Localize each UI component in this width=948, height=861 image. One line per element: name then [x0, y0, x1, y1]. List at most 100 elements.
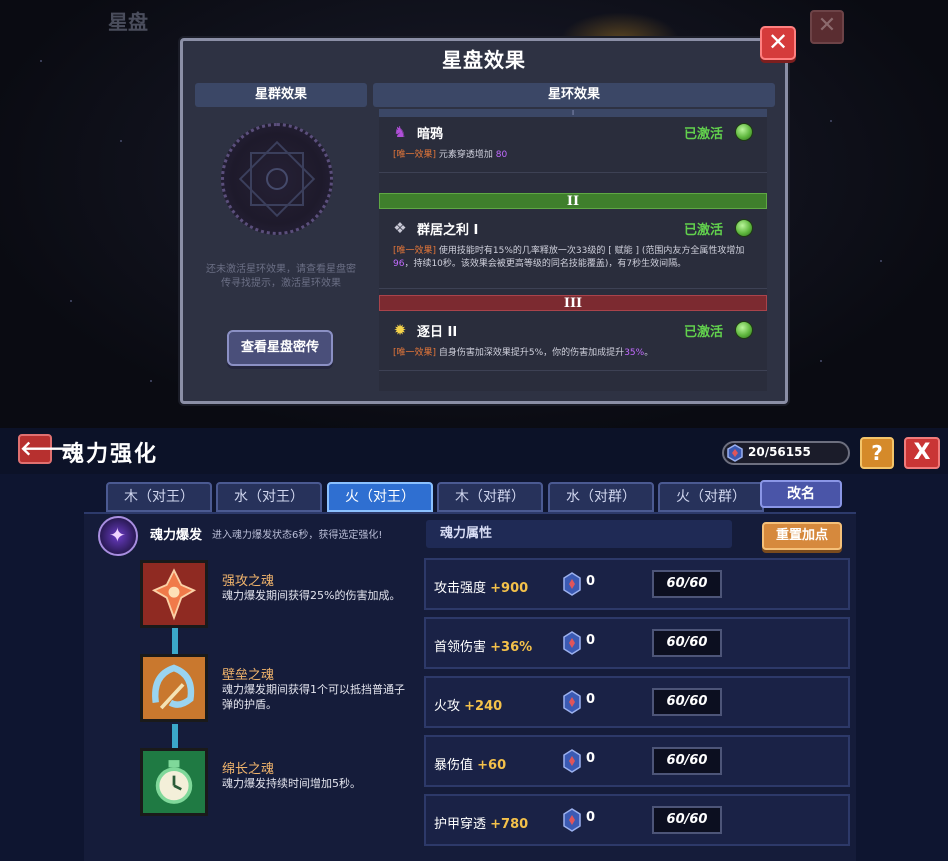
effect-row: ❖ 群居之利 I 已激活 [唯一效果] 使用技能时有15%的几率释放一次33级的… [379, 213, 767, 289]
effect-desc-value: 80 [495, 150, 508, 160]
effect-desc-text: 。 [644, 348, 654, 358]
constellation-hint: 还未激活星环效果，请查看星盘密 传寻找提示，激活星环效果 [195, 263, 367, 291]
attribute-level[interactable]: 60/60 [652, 688, 722, 716]
attribute-name: 火攻 [434, 699, 461, 714]
background-close-button[interactable]: ✕ [810, 10, 844, 44]
header-bar: 🡐 魂力强化 20/56155 ? X [0, 428, 948, 474]
effect-tag: [唯一效果] [393, 348, 437, 358]
effect-status: 已激活 [683, 127, 723, 142]
ring-effects-header: 星环效果 [373, 83, 775, 107]
soul-gem-icon [563, 572, 581, 596]
constellation-header: 星群效果 [195, 83, 367, 107]
soul-power-screen: 🡐 魂力强化 20/56155 ? X 木（对王） 水（对王） 火（对王） 木（… [0, 428, 948, 861]
effect-row: ✹ 逐日 II 已激活 [唯一效果] 自身伤害加深效果提升5%，你的伤害加成提升… [379, 315, 767, 371]
attribute-points: 0 [586, 574, 596, 589]
skill-connector [172, 724, 178, 748]
sun-icon: ✹ [393, 321, 407, 339]
page-title: 魂力强化 [62, 442, 159, 467]
back-button[interactable]: 🡐 [18, 434, 74, 464]
reset-points-button[interactable]: 重置加点 [762, 522, 842, 550]
help-button[interactable]: ? [860, 437, 894, 469]
effect-desc-value: 35% [624, 348, 645, 358]
effect-tag: [唯一效果] [393, 246, 437, 256]
star [830, 120, 832, 122]
attribute-row: 首领伤害 +36% 0 60/60 [424, 617, 850, 669]
soul-desc: 魂力爆发期间获得25%的伤害加成。 [222, 589, 401, 602]
attribute-points: 0 [586, 633, 596, 648]
attribute-label: 攻击强度 +900 [434, 577, 528, 596]
ring-effects-panel: 星环效果 I ♞ 暗鸦 已激活 [唯一效果] 元素穿透增加 80 II ❖ 群居… [373, 83, 775, 391]
close-button[interactable]: X [904, 437, 940, 469]
constellation-disc-icon [221, 123, 333, 235]
rename-button[interactable]: 改名 [760, 480, 842, 508]
soul-burst-icon [98, 516, 138, 556]
soul-name: 绵长之魂 [222, 762, 275, 777]
effect-status: 已激活 [683, 325, 723, 340]
soul-burst: 魂力爆发 进入魂力爆发状态6秒，获得选定强化! [98, 516, 418, 556]
attribute-bonus: +900 [490, 581, 529, 596]
effect-name: 暗鸦 [417, 127, 444, 142]
effect-desc-value: 96 [393, 259, 405, 269]
attribute-bonus: +780 [490, 817, 529, 832]
constellation-hint-line: 传寻找提示，激活星环效果 [221, 278, 341, 289]
effect-status: 已激活 [683, 223, 723, 238]
tab-fire-boss[interactable]: 火（对王） [327, 482, 433, 512]
tab-water-boss[interactable]: 水（对王） [216, 482, 322, 512]
star [120, 140, 122, 142]
soul-skill[interactable]: 绵长之魂 魂力爆发持续时间增加5秒。 [140, 748, 410, 818]
ring-effects-list[interactable]: I ♞ 暗鸦 已激活 [唯一效果] 元素穿透增加 80 II ❖ 群居之利 I … [379, 109, 767, 391]
effect-name: 群居之利 I [417, 223, 479, 238]
tab-fire-group[interactable]: 火（对群） [658, 482, 764, 512]
currency-value: 20/56155 [748, 445, 811, 459]
soul-desc: 魂力爆发持续时间增加5秒。 [222, 777, 361, 790]
attribute-bonus: +60 [477, 758, 507, 773]
wolf-icon: ❖ [393, 219, 407, 237]
tab-wood-group[interactable]: 木（对群） [437, 482, 543, 512]
attribute-level[interactable]: 60/60 [652, 570, 722, 598]
view-secrets-button[interactable]: 查看星盘密传 [227, 330, 333, 366]
attribute-row: 火攻 +240 0 60/60 [424, 676, 850, 728]
raven-icon: ♞ [393, 123, 407, 141]
effect-desc-text: 元素穿透增加 [438, 150, 493, 160]
soul-gem-icon [563, 808, 581, 832]
attribute-row: 暴伤值 +60 0 60/60 [424, 735, 850, 787]
background-title: 星盘 [108, 10, 148, 34]
soul-skill[interactable]: 强攻之魂 魂力爆发期间获得25%的伤害加成。 [140, 560, 410, 630]
starchart-screen: 星盘 ✕ 星盘效果 星群效果 还未激活星环效果，请查看星盘密 传寻找提示，激活星… [0, 0, 948, 428]
active-indicator-icon [735, 123, 753, 141]
tier-divider: II [379, 193, 767, 209]
attribute-label: 护甲穿透 +780 [434, 813, 528, 832]
effect-desc-text: 自身伤害加深效果提升5%，你的伤害加成提升 [438, 348, 625, 358]
soul-name: 壁垒之魂 [222, 668, 275, 683]
currency-counter: 20/56155 [722, 441, 850, 465]
tier-marker: I [379, 109, 767, 117]
attribute-name: 首领伤害 [434, 640, 487, 655]
star [880, 260, 882, 262]
effect-tag: [唯一效果] [393, 150, 437, 160]
soul-burst-desc: 进入魂力爆发状态6秒，获得选定强化! [212, 530, 383, 541]
background-orb [560, 12, 680, 40]
effect-row: ♞ 暗鸦 已激活 [唯一效果] 元素穿透增加 80 [379, 117, 767, 173]
attribute-points: 0 [586, 751, 596, 766]
close-icon: ✕ [767, 28, 789, 56]
soul-skill[interactable]: 壁垒之魂 魂力爆发期间获得1个可以抵挡普通子弹的护盾。 [140, 654, 410, 724]
effect-desc-text: 使用技能时有15%的几率释放一次33级的 [ 赋能 ] (范围内友方全属性攻增加 [438, 246, 745, 256]
modal-close-button[interactable]: ✕ [760, 26, 796, 60]
attribute-name: 护甲穿透 [434, 817, 487, 832]
soul-gem-icon [563, 631, 581, 655]
star [820, 360, 822, 362]
attributes-header: 魂力属性 [426, 520, 732, 548]
soul-burst-name: 魂力爆发 [150, 528, 203, 543]
modal-title: 星盘效果 [442, 48, 526, 72]
attribute-label: 首领伤害 +36% [434, 636, 532, 655]
effect-name: 逐日 II [417, 325, 458, 340]
attribute-label: 暴伤值 +60 [434, 754, 506, 773]
attribute-row: 护甲穿透 +780 0 60/60 [424, 794, 850, 846]
star [40, 60, 42, 62]
attribute-level[interactable]: 60/60 [652, 629, 722, 657]
tab-water-group[interactable]: 水（对群） [548, 482, 654, 512]
soul-gem-icon [563, 749, 581, 773]
tab-wood-boss[interactable]: 木（对王） [106, 482, 212, 512]
attribute-level[interactable]: 60/60 [652, 747, 722, 775]
attribute-level[interactable]: 60/60 [652, 806, 722, 834]
